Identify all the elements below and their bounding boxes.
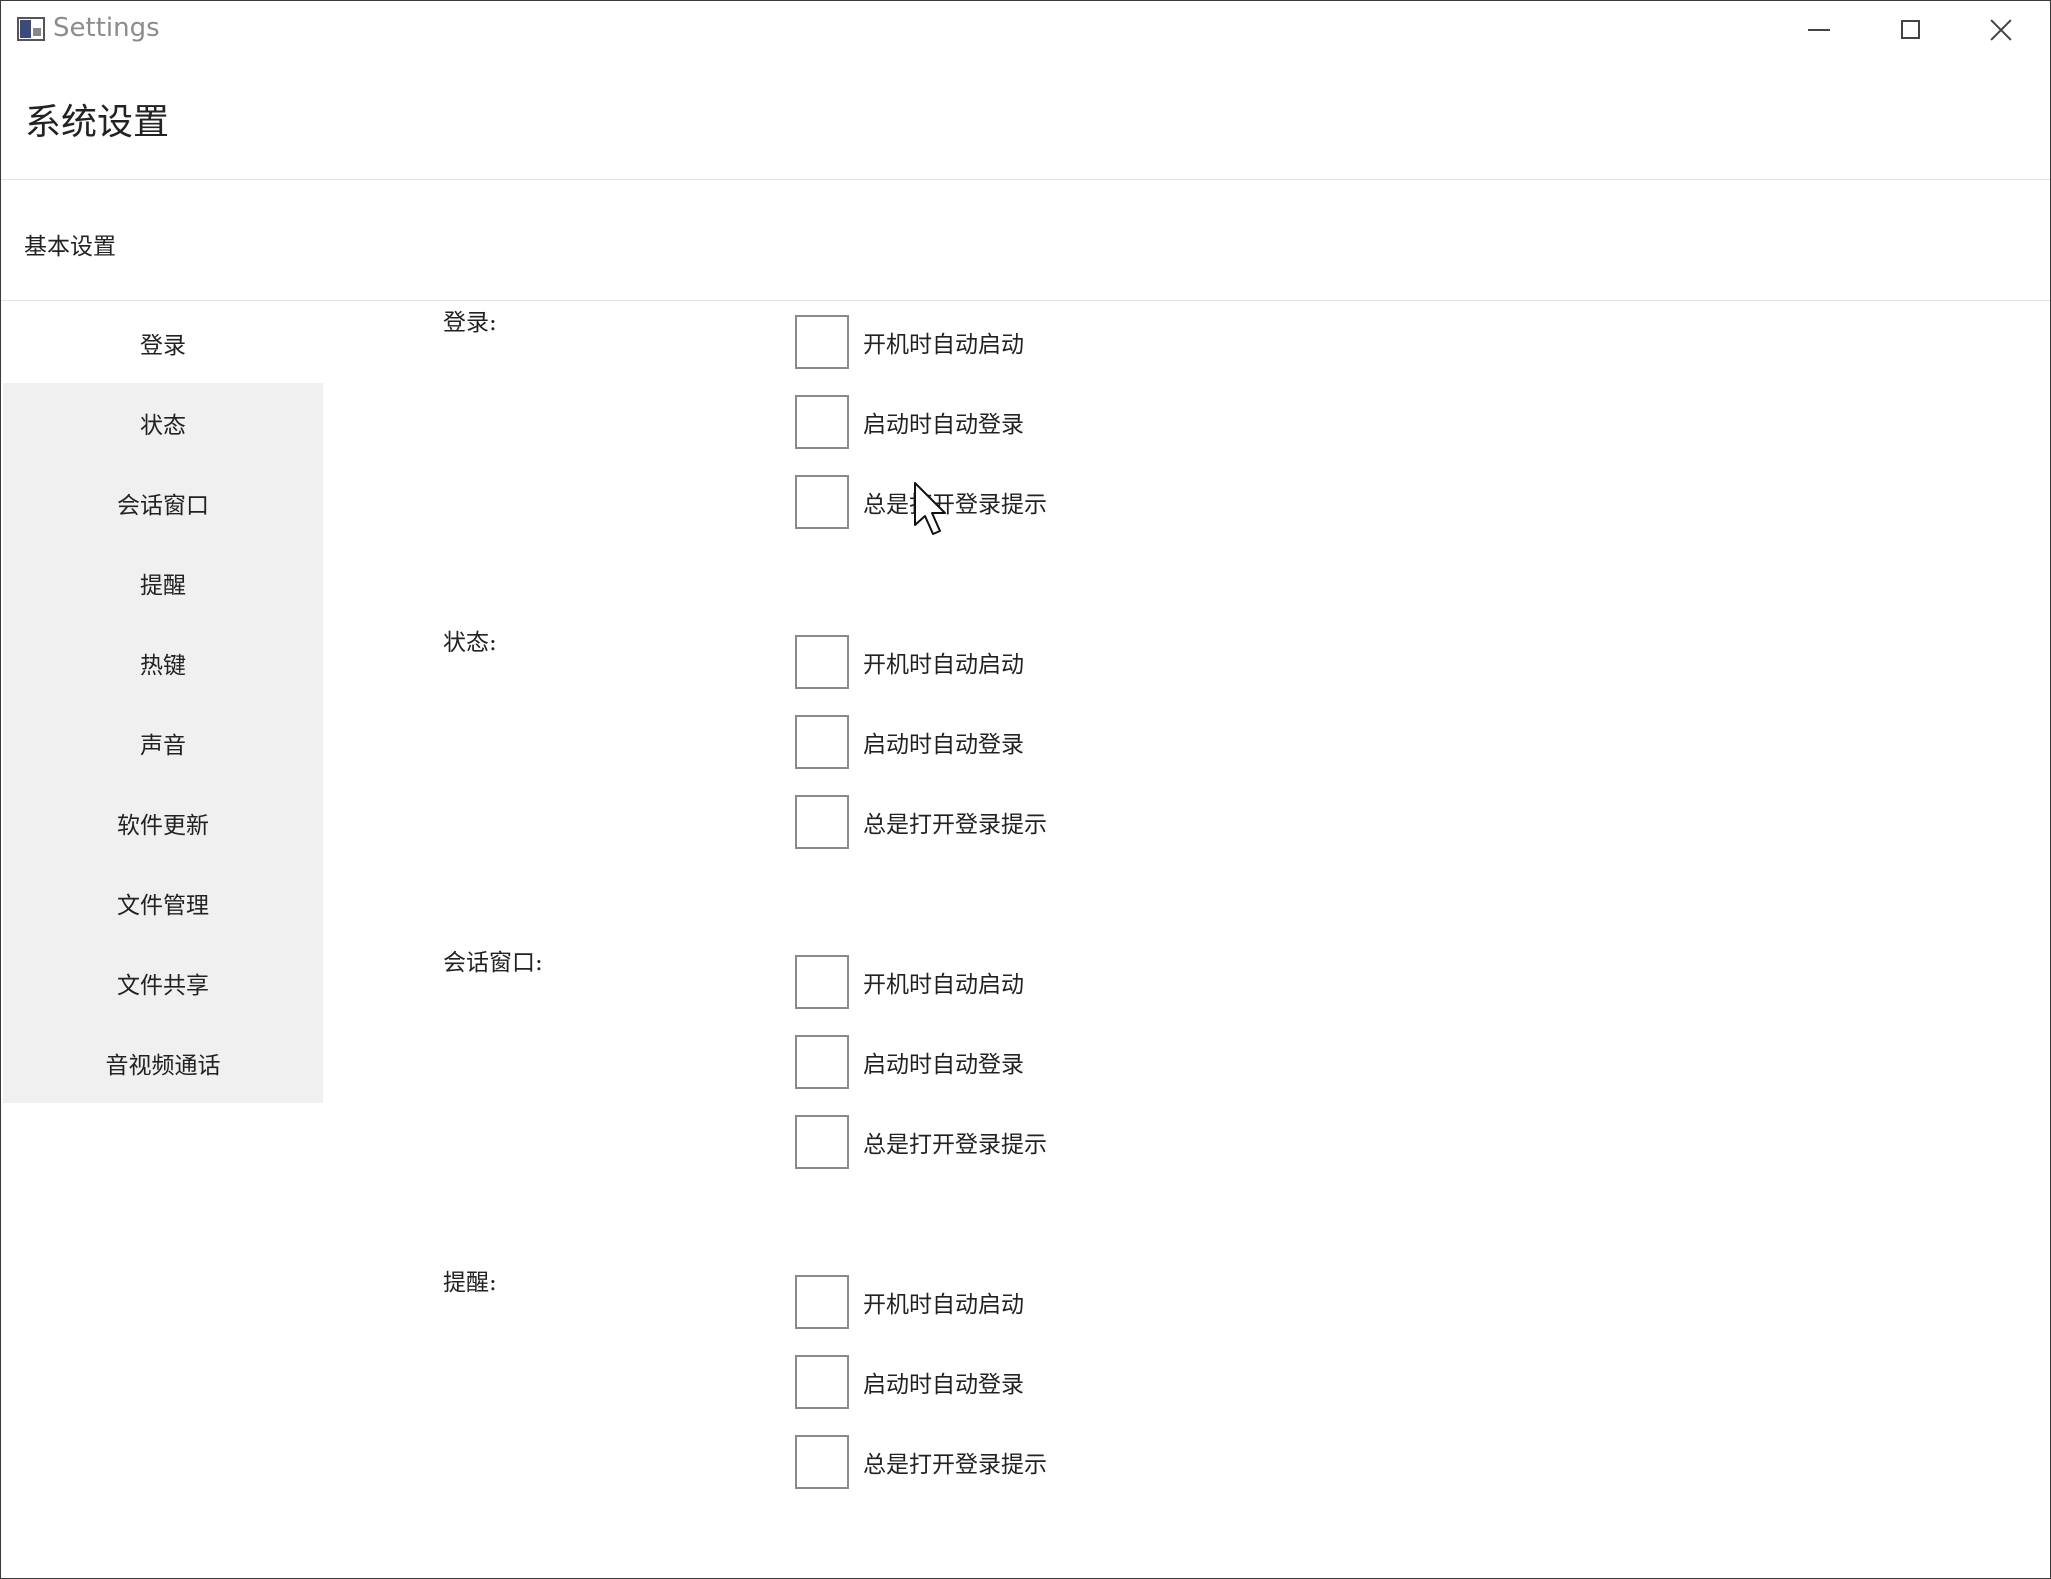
window-title: Settings (53, 13, 160, 43)
minimize-icon (1808, 28, 1830, 31)
checkbox[interactable] (795, 795, 849, 849)
checkbox[interactable] (795, 1275, 849, 1329)
checkbox-label[interactable]: 开机时自动启动 (863, 325, 1024, 359)
sidebar-item[interactable]: 文件管理 (3, 863, 323, 943)
checkbox-label[interactable]: 启动时自动登录 (863, 1365, 1024, 1399)
close-icon (1990, 19, 2012, 41)
group-label: 会话窗口: (443, 950, 543, 976)
group-label: 登录: (443, 310, 497, 336)
checkbox-label[interactable]: 启动时自动登录 (863, 1045, 1024, 1079)
title-bar[interactable]: Settings (1, 1, 2050, 58)
page-title: 系统设置 (25, 102, 170, 143)
checkbox-option[interactable]: 开机时自动启动 (795, 1274, 1024, 1330)
sidebar-item[interactable]: 软件更新 (3, 783, 323, 863)
app-icon (17, 17, 45, 41)
checkbox-option[interactable]: 启动时自动登录 (795, 714, 1024, 770)
checkbox-label[interactable]: 总是打开登录提示 (863, 805, 1047, 839)
checkbox-option[interactable]: 总是打开登录提示 (795, 1114, 1047, 1170)
checkbox-label[interactable]: 启动时自动登录 (863, 725, 1024, 759)
checkbox-label[interactable]: 总是打开登录提示 (863, 1125, 1047, 1159)
checkbox[interactable] (795, 1035, 849, 1089)
header-divider (1, 179, 2050, 180)
checkbox-option[interactable]: 启动时自动登录 (795, 1034, 1024, 1090)
group-label: 状态: (443, 630, 497, 656)
checkbox[interactable] (795, 475, 849, 529)
sidebar-item[interactable]: 文件共享 (3, 943, 323, 1023)
sidebar-item[interactable]: 音视频通话 (3, 1023, 323, 1103)
checkbox-option[interactable]: 总是打开登录提示 (795, 794, 1047, 850)
checkbox-label[interactable]: 总是打开登录提示 (863, 1445, 1047, 1479)
sidebar: 登录 状态 会话窗口 提醒 热键 声音 软件更新 文件管理 文件共享 音视频通话 (3, 303, 323, 1103)
checkbox[interactable] (795, 315, 849, 369)
checkbox-option[interactable]: 开机时自动启动 (795, 314, 1024, 370)
settings-window: Settings 系统设置 基本设置 登录 状态 会话窗口 提醒 热键 声音 软件更新 文件管… (0, 0, 2051, 1579)
section-label: 基本设置 (24, 234, 116, 260)
checkbox[interactable] (795, 395, 849, 449)
maximize-button[interactable] (1865, 1, 1955, 58)
sidebar-item[interactable]: 声音 (3, 703, 323, 783)
checkbox-option[interactable]: 开机时自动启动 (795, 634, 1024, 690)
sidebar-item[interactable]: 登录 (3, 303, 323, 383)
checkbox-label[interactable]: 开机时自动启动 (863, 965, 1024, 999)
sidebar-item[interactable]: 提醒 (3, 543, 323, 623)
sidebar-item[interactable]: 状态 (3, 383, 323, 463)
checkbox-label[interactable]: 启动时自动登录 (863, 405, 1024, 439)
checkbox-option[interactable]: 启动时自动登录 (795, 394, 1024, 450)
close-button[interactable] (1956, 1, 2046, 58)
minimize-button[interactable] (1774, 1, 1864, 58)
sidebar-item[interactable]: 会话窗口 (3, 463, 323, 543)
maximize-icon (1900, 20, 1920, 39)
checkbox[interactable] (795, 1435, 849, 1489)
checkbox-option[interactable]: 总是打开登录提示 (795, 1434, 1047, 1490)
sidebar-item[interactable]: 热键 (3, 623, 323, 703)
checkbox-option[interactable]: 启动时自动登录 (795, 1354, 1024, 1410)
group-label: 提醒: (443, 1270, 497, 1296)
checkbox-label[interactable]: 开机时自动启动 (863, 1285, 1024, 1319)
checkbox[interactable] (795, 635, 849, 689)
checkbox-option[interactable]: 开机时自动启动 (795, 954, 1024, 1010)
checkbox[interactable] (795, 715, 849, 769)
checkbox-label[interactable]: 开机时自动启动 (863, 645, 1024, 679)
section-divider (1, 300, 2050, 301)
checkbox-option[interactable]: 总是打开登录提示 (795, 474, 1047, 530)
checkbox[interactable] (795, 1355, 849, 1409)
checkbox-label[interactable]: 总是打开登录提示 (863, 485, 1047, 519)
checkbox[interactable] (795, 955, 849, 1009)
checkbox[interactable] (795, 1115, 849, 1169)
